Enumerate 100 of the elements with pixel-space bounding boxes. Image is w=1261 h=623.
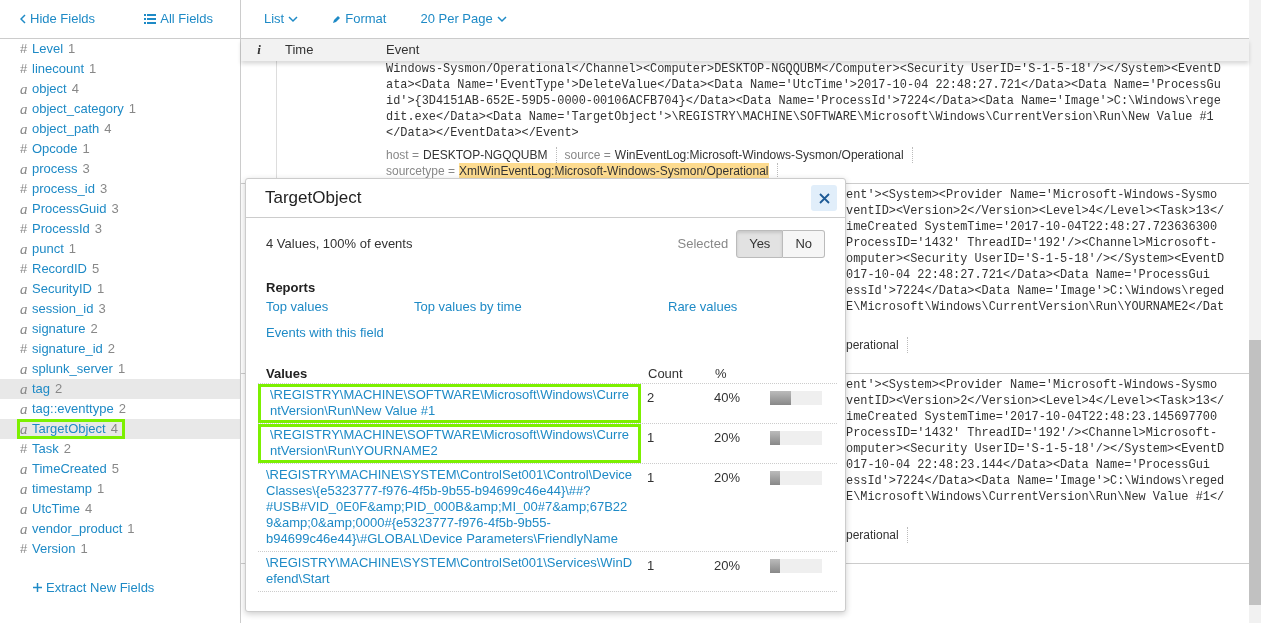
event-text-line: ent'><System><Provider Name='Microsoft-Windows-Sysmo [846,187,1219,203]
field-name: TimeCreated [32,460,107,479]
percent-cell-text: 20% [714,557,742,575]
dropdown-link[interactable]: List [264,9,299,29]
hide-fields-link[interactable]: Hide Fields [20,9,96,29]
field-list-item[interactable]: a process 3 [0,159,240,179]
value-link[interactable]: \REGISTRY\MACHINE\SYSTEM\ControlSet001\Services\WinDefend\Start [258,552,641,591]
toggle-button[interactable]: No [783,230,825,258]
close-icon [818,192,830,204]
field-value[interactable]: perational [846,337,899,353]
field-list-item[interactable]: # linecount 1 [0,59,240,79]
field-name: process_id [32,180,95,199]
field-count: 1 [89,60,97,79]
event-text-line: ventID><Version>2</Version><Level>4</Level><Task>13</ [846,393,1225,409]
column-header[interactable]: Event [378,40,420,60]
field-type-icon: # [20,59,32,79]
event-text-line: ent'><System><Provider Name='Microsoft-Windows-Sysmo [846,377,1219,393]
percent-cell-text: 40% [714,389,742,407]
field-name: object [32,80,67,99]
field-name: punct [32,240,64,259]
field-list-item[interactable]: a object_category 1 [0,99,240,119]
field-name: ProcessGuid [32,200,107,219]
field-list-item[interactable]: a tag::eventtype 2 [0,399,240,419]
column-header: Count [647,364,684,383]
field-name: object_path [32,120,100,139]
field-list-item[interactable]: a splunk_server 1 [0,359,240,379]
field-list-item[interactable]: # RecordID 5 [0,259,240,279]
field-list-item[interactable]: a TargetObject 4 [0,419,240,439]
field-type-icon: a [20,237,32,261]
field-count: 4 [84,500,93,519]
field-key: host = [386,147,420,163]
field-count: 1 [128,100,136,119]
pencil-icon [332,14,342,24]
event-text-line: </Data></EventData></Event> [386,125,580,141]
value-link[interactable]: \REGISTRY\MACHINE\SOFTWARE\Microsoft\Windows\CurrentVersion\Run\New Value #1 [258,384,641,423]
field-value[interactable]: DESKTOP-NGQQUBM [423,147,548,163]
field-type-icon: # [20,259,32,279]
field-list-item[interactable]: # Version 1 [0,539,240,559]
report-link[interactable]: Top values by time [414,297,522,317]
field-list-item[interactable]: a SecurityID 1 [0,279,240,299]
column-header[interactable]: Time [277,40,378,60]
field-type-icon: # [20,439,32,459]
event-text-line: essId'>7224</Data><Data Name='Image'>C:\Windows\reged [846,283,1225,299]
field-count: 5 [111,460,119,479]
field-list-item[interactable]: # process_id 3 [0,179,240,199]
field-list-item[interactable]: a session_id 3 [0,299,240,319]
field-name: Level [32,40,64,59]
count-cell-text: 1 [646,557,656,575]
field-count: 3 [99,180,108,199]
chevron-down-icon [496,15,507,23]
field-list-item[interactable]: a signature 2 [0,319,240,339]
field-list-item[interactable]: a object_path 4 [0,119,240,139]
field-count: 3 [94,220,103,239]
event-text-line: imeCreated SystemTime='2017-10-04T22:48:23.145697700 [846,409,1219,425]
close-button[interactable] [811,185,837,211]
field-value[interactable]: WinEventLog:Microsoft-Windows-Sysmon/Operational [614,147,904,163]
all-fields-link[interactable]: All Fields [144,9,213,29]
extract-new-fields-link[interactable]: Extract New Fields [33,578,155,598]
column-header[interactable]: i [241,40,277,60]
event-text-line: omputer><Security UserID='S-1-5-18'/></System><EventD [846,251,1225,267]
event-text-line: essId'>7224</Data><Data Name='Image'>C:\Windows\reged [846,473,1225,489]
field-list-item[interactable]: # Task 2 [0,439,240,459]
field-value[interactable]: perational [846,527,899,543]
field-count: 3 [82,160,90,179]
format-link[interactable]: Format [332,9,387,29]
field-list-item[interactable]: a tag 2 [0,379,240,399]
field-list-item[interactable]: a ProcessGuid 3 [0,199,240,219]
field-name: process [32,160,78,179]
field-list-item[interactable]: # ProcessId 3 [0,219,240,239]
field-count: 1 [96,480,105,499]
field-list-item[interactable]: a punct 1 [0,239,240,259]
field-type-icon: # [20,179,32,199]
percent-cell-text: 20% [714,469,742,487]
field-list-item[interactable]: a timestamp 1 [0,479,240,499]
dropdown-link[interactable]: 20 Per Page [420,9,507,29]
report-link[interactable]: Top values [266,297,329,317]
value-link[interactable]: \REGISTRY\MACHINE\SYSTEM\ControlSet001\Control\DeviceClasses\{e5323777-f976-4f5b-9b55-b94699c46e44}\##?#USB#VID_0E0F&amp;PID_000B&amp;MI_00#7&amp;67B229&amp;0&amp;0000#{e5323777-f976-4f5b-9b55-b94699c46e44}\#GLOBAL\Device Parameters\FriendlyName [258,464,641,551]
field-list-item[interactable]: # Level 1 [0,39,240,59]
field-list-item[interactable]: # Opcode 1 [0,139,240,159]
field-name: SecurityID [32,280,92,299]
field-list-item[interactable]: a UtcTime 4 [0,499,240,519]
toggle-button[interactable]: Yes [736,230,784,258]
field-type-icon: # [20,219,32,239]
field-list-item[interactable]: a TimeCreated 5 [0,459,240,479]
event-text-line: omputer><Security UserID='S-1-5-18'/></System><EventD [846,441,1225,457]
scrollbar-thumb[interactable] [1249,340,1261,605]
field-name: splunk_server [32,360,113,379]
field-name: linecount [32,60,85,79]
value-link[interactable]: \REGISTRY\MACHINE\SOFTWARE\Microsoft\Windows\CurrentVersion\Run\YOURNAME2 [258,424,641,463]
field-name: tag [32,380,51,399]
chevron-down-icon [288,15,299,23]
field-name: vendor_product [32,520,123,539]
field-list-item[interactable]: a vendor_product 1 [0,519,240,539]
field-value[interactable]: XmlWinEventLog:Microsoft-Windows-Sysmon/Operational [459,163,769,179]
field-list-item[interactable]: a object 4 [0,79,240,99]
report-link[interactable]: Events with this field [266,322,384,342]
event-text-line: dit.exe</Data><Data Name='TargetObject'>\REGISTRY\MACHINE\SOFTWARE\Microsoft\Windows\CurrentVersion\Run\New Value #1 [386,109,1215,125]
event-text-line: ProcessID='1432' ThreadID='192'/><Channel>Microsoft- [846,235,1219,251]
report-link[interactable]: Rare values [668,297,738,317]
field-list-item[interactable]: # signature_id 2 [0,339,240,359]
